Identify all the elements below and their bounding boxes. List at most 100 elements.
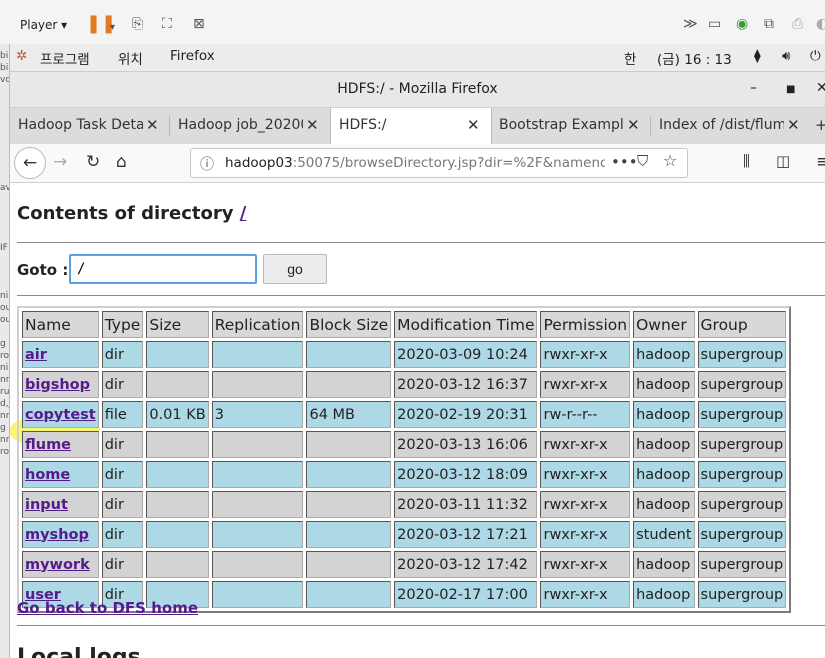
permission-cell: rwxr-xr-x [540, 581, 631, 608]
block-size-cell [306, 581, 392, 608]
disk-icon[interactable]: ▭ [708, 16, 721, 32]
tab-close-icon[interactable]: ✕ [306, 116, 319, 134]
new-tab-icon[interactable]: + [815, 116, 825, 134]
table-row: myshop dir 2020-03-12 17:21 rwxr-xr-x st… [22, 521, 787, 548]
fullscreen-icon[interactable]: ⛶ [162, 16, 172, 32]
directory-link[interactable]: home [25, 467, 70, 483]
printer-icon[interactable]: ⎙ [792, 16, 803, 32]
navigation-toolbar: ← → ↻ ⌂ ⓘ hadoop03:50075/browseDirectory… [10, 144, 825, 183]
cd-icon[interactable]: ◉ [736, 16, 748, 32]
modification-time-cell: 2020-03-12 17:42 [394, 551, 538, 578]
modification-time-cell: 2020-03-11 11:32 [394, 491, 538, 518]
tab-bootstrap-example[interactable]: Bootstrap Example ✕ [491, 108, 651, 144]
divider [17, 625, 825, 626]
network-icon[interactable]: ⧫ [754, 48, 761, 64]
size-cell [146, 551, 209, 578]
owner-cell: hadoop [633, 491, 695, 518]
sound-device-icon[interactable]: ◐ [816, 16, 825, 32]
group-cell: supergroup [697, 491, 787, 518]
directory-link[interactable]: air [25, 347, 47, 363]
tab-hadoop-job[interactable]: Hadoop job_20200 ✕ [170, 108, 330, 144]
size-cell [146, 521, 209, 548]
back-arrow-icon[interactable]: ← [14, 147, 46, 179]
reload-icon[interactable]: ↻ [86, 152, 100, 172]
directory-link[interactable]: flume [25, 437, 71, 453]
permission-cell: rwxr-xr-x [540, 461, 631, 488]
file-link[interactable]: copytest [25, 407, 96, 423]
active-app-label[interactable]: Firefox [170, 48, 215, 64]
owner-cell: hadoop [633, 461, 695, 488]
block-size-cell [306, 341, 392, 368]
goto-input[interactable] [69, 254, 257, 284]
forward-icon[interactable]: ≫ [683, 16, 698, 32]
name-cell: mywork [22, 551, 99, 578]
replication-cell [211, 461, 304, 488]
clock[interactable]: (금) 16 : 13 [657, 48, 732, 68]
owner-cell: student [633, 521, 695, 548]
owner-cell: hadoop [633, 401, 695, 428]
root-directory-link[interactable]: / [240, 203, 247, 224]
permission-cell: rwxr-xr-x [540, 431, 631, 458]
network-adapter-icon[interactable]: ⧉ [764, 16, 774, 32]
tab-close-icon[interactable]: ✕ [146, 116, 159, 134]
name-cell: myshop [22, 521, 99, 548]
library-icon[interactable]: ⫼ [743, 152, 750, 170]
places-menu[interactable]: 위치 [118, 48, 143, 68]
replication-cell [211, 551, 304, 578]
tab-close-icon[interactable]: ✕ [627, 116, 640, 134]
block-size-cell: 64 MB [306, 401, 392, 428]
type-cell: dir [101, 431, 144, 458]
page-title: Contents of directory / [17, 203, 246, 224]
player-menu[interactable]: Player ▾ [20, 18, 67, 32]
pocket-icon[interactable]: ⛉ [637, 152, 648, 170]
bookmark-star-icon[interactable]: ☆ [663, 151, 677, 170]
hamburger-menu-icon[interactable]: ≡ [816, 152, 825, 172]
column-header: Permission [540, 311, 631, 338]
maximize-button[interactable]: ■ [786, 84, 795, 95]
directory-link[interactable]: myshop [25, 527, 89, 543]
tab-bar: Hadoop Task Detai ✕ Hadoop job_20200 ✕ H… [10, 108, 825, 145]
input-method-indicator[interactable]: 한 [624, 48, 636, 68]
page-actions-icon[interactable]: ••• [611, 153, 638, 171]
directory-link[interactable]: bigshop [25, 377, 90, 393]
type-cell: file [101, 401, 144, 428]
minimize-button[interactable]: – [750, 80, 757, 96]
back-to-dfs-home-link[interactable]: Go back to DFS home [17, 599, 198, 617]
directory-link[interactable]: input [25, 497, 68, 513]
url-text: hadoop03:50075/browseDirectory.jsp?dir=%… [225, 155, 605, 171]
window-close-button[interactable]: ✕ [816, 80, 825, 96]
go-button[interactable]: go [263, 254, 327, 284]
column-header: Size [146, 311, 209, 338]
group-cell: supergroup [697, 401, 787, 428]
tab-close-icon[interactable]: ✕ [467, 116, 480, 134]
column-header: Type [101, 311, 144, 338]
size-cell: 0.01 KB [146, 401, 209, 428]
tab-close-icon[interactable]: ✕ [787, 116, 800, 134]
tab-label: Bootstrap Example [499, 117, 624, 133]
info-icon[interactable]: ⓘ [200, 154, 214, 174]
power-icon[interactable]: ⏻ [810, 48, 821, 64]
tab-label: Hadoop job_20200 [178, 117, 303, 133]
tab-hdfs-root[interactable]: HDFS:/ ✕ [330, 108, 492, 145]
unity-icon[interactable]: ⊠ [193, 16, 205, 32]
tab-label: Index of /dist/flume [659, 117, 784, 133]
sidebar-icon[interactable]: ◫ [776, 152, 790, 170]
tab-index-dist-flume[interactable]: Index of /dist/flume ✕ [651, 108, 811, 144]
applications-menu[interactable]: 프로그램 [40, 48, 90, 68]
type-cell: dir [101, 461, 144, 488]
forward-arrow-icon[interactable]: → [53, 152, 67, 172]
size-cell [146, 491, 209, 518]
tab-hadoop-task-detail[interactable]: Hadoop Task Detai ✕ [10, 108, 170, 144]
volume-icon[interactable]: 🔊︎ [782, 48, 791, 64]
chevron-down-icon[interactable]: ▾ [110, 22, 115, 33]
send-keys-icon[interactable]: ⎘ [132, 16, 143, 32]
owner-cell: hadoop [633, 341, 695, 368]
replication-cell [211, 341, 304, 368]
tab-label: HDFS:/ [339, 117, 387, 133]
owner-cell: hadoop [633, 431, 695, 458]
home-icon[interactable]: ⌂ [116, 152, 127, 172]
name-cell: home [22, 461, 99, 488]
replication-cell [211, 581, 304, 608]
directory-link[interactable]: mywork [25, 557, 90, 573]
url-bar[interactable]: ⓘ hadoop03:50075/browseDirectory.jsp?dir… [190, 148, 688, 178]
